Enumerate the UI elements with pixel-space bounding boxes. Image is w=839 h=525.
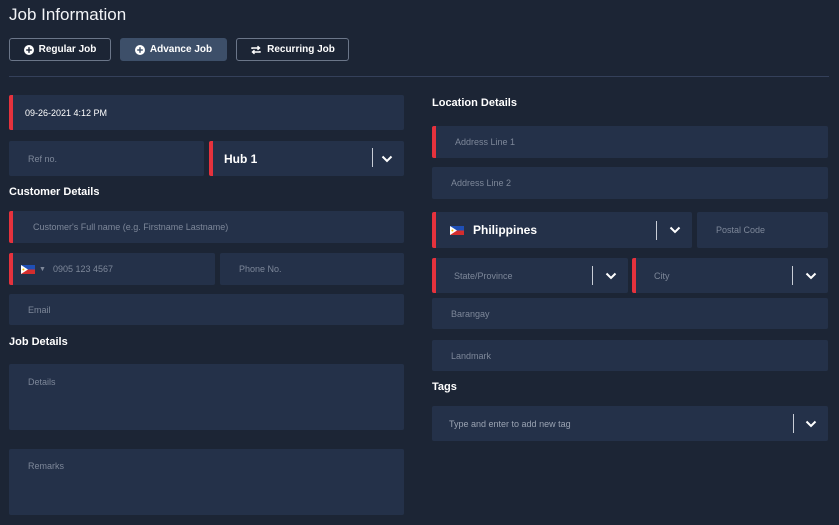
chevron-down-icon[interactable] (794, 258, 828, 293)
select-separator (656, 221, 657, 240)
hub-select[interactable]: Hub 1 (209, 141, 404, 176)
chevron-down-icon[interactable] (794, 406, 828, 441)
hub-value: Hub 1 (224, 151, 258, 166)
details-placeholder: Details (28, 377, 56, 387)
mobile-placeholder: 0905 123 4567 (52, 264, 113, 274)
state-placeholder: State/Province (454, 270, 513, 281)
repeat-icon (250, 45, 262, 55)
tags-placeholder: Type and enter to add new tag (449, 418, 571, 429)
page-title: Job Information (9, 5, 127, 24)
select-separator (792, 266, 793, 285)
customer-fullname-field[interactable]: Customer's Full name (e.g. Firstname Las… (9, 211, 404, 243)
datetime-field[interactable]: 09-26-2021 4:12 PM (9, 95, 404, 130)
job-details-heading: Job Details (9, 336, 68, 348)
landmark-field[interactable]: Landmark (432, 340, 828, 371)
phone-field[interactable]: Phone No. (220, 253, 404, 285)
chevron-down-icon[interactable] (658, 212, 692, 248)
country-code-select[interactable]: ▼ (13, 264, 46, 274)
philippines-flag-icon (21, 264, 35, 274)
header-divider (9, 76, 829, 77)
tags-heading: Tags (432, 381, 457, 393)
address1-placeholder: Address Line 1 (455, 137, 516, 147)
tab-advance-job[interactable]: Advance Job (120, 38, 227, 61)
chevron-down-icon[interactable] (594, 258, 628, 293)
city-select[interactable]: City (632, 258, 828, 293)
city-placeholder: City (654, 270, 670, 281)
tab-label: Advance Job (149, 44, 213, 55)
tab-label: Recurring Job (267, 44, 335, 55)
select-separator (592, 266, 593, 285)
landmark-placeholder: Landmark (451, 350, 492, 361)
ref-no-field[interactable]: Ref no. (9, 141, 204, 176)
fullname-placeholder: Customer's Full name (e.g. Firstname Las… (33, 222, 229, 232)
tab-label: Regular Job (38, 44, 97, 55)
address2-placeholder: Address Line 2 (451, 178, 512, 188)
mobile-number-field[interactable]: ▼ 0905 123 4567 (9, 253, 215, 285)
chevron-down-icon[interactable] (370, 141, 404, 176)
tab-regular-job[interactable]: Regular Job (9, 38, 111, 61)
state-province-select[interactable]: State/Province (432, 258, 628, 293)
location-details-heading: Location Details (432, 97, 517, 109)
philippines-flag-icon (450, 225, 464, 235)
customer-details-heading: Customer Details (9, 186, 100, 198)
postal-code-field[interactable]: Postal Code (697, 212, 828, 248)
datetime-value: 09-26-2021 4:12 PM (25, 107, 108, 118)
phone-placeholder: Phone No. (239, 264, 282, 274)
country-select[interactable]: Philippines (432, 212, 692, 248)
plus-circle-icon (134, 44, 145, 55)
barangay-field[interactable]: Barangay (432, 298, 828, 329)
plus-circle-icon (23, 44, 34, 55)
country-value: Philippines (473, 223, 538, 237)
caret-down-icon: ▼ (39, 265, 46, 273)
remarks-textarea[interactable]: Remarks (9, 449, 404, 515)
tab-recurring-job[interactable]: Recurring Job (236, 38, 349, 61)
address-line-1-field[interactable]: Address Line 1 (432, 126, 828, 158)
email-field[interactable]: Email (9, 294, 404, 325)
remarks-placeholder: Remarks (28, 461, 65, 471)
details-textarea[interactable]: Details (9, 364, 404, 430)
barangay-placeholder: Barangay (451, 308, 490, 319)
ref-no-placeholder: Ref no. (28, 153, 58, 164)
tags-input[interactable]: Type and enter to add new tag (432, 406, 828, 441)
address-line-2-field[interactable]: Address Line 2 (432, 167, 828, 199)
email-placeholder: Email (28, 304, 51, 315)
postal-placeholder: Postal Code (716, 225, 766, 235)
